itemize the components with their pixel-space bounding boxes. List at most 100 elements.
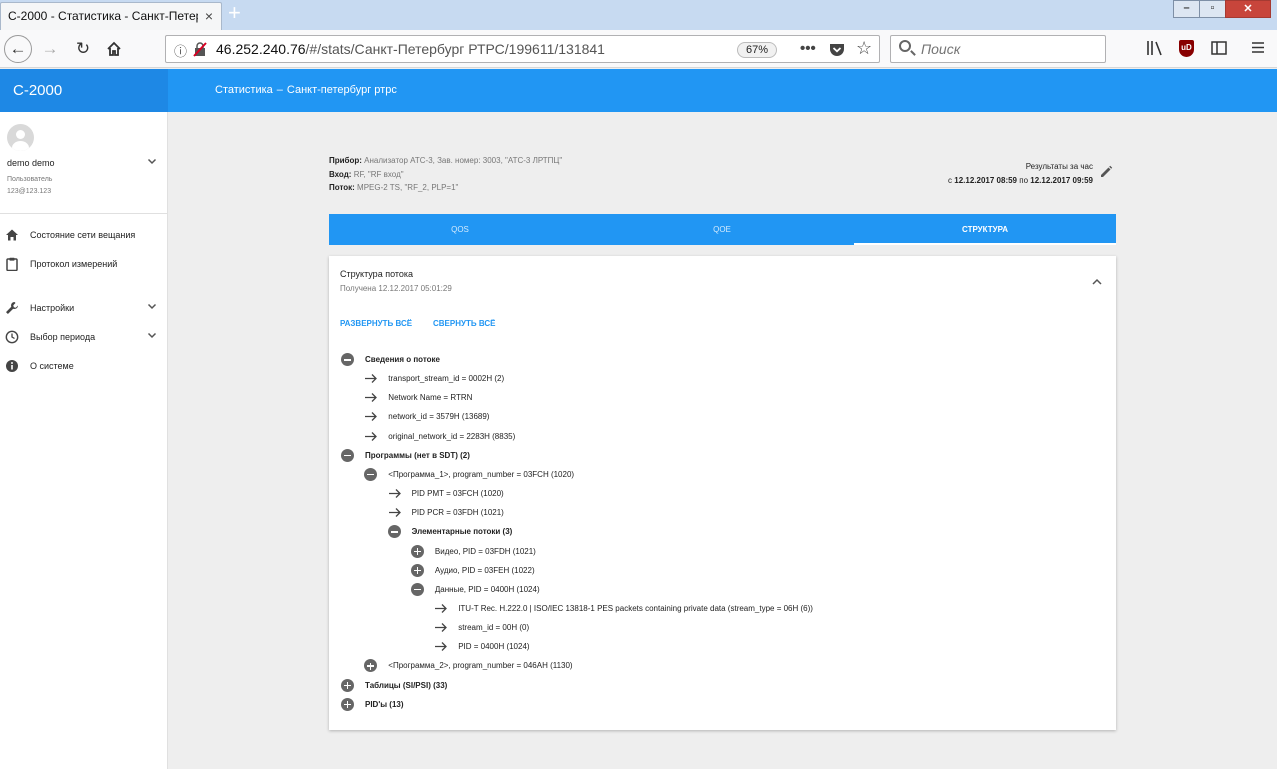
forward-button[interactable]: → — [37, 36, 63, 62]
tree-node-label: Аудио, PID = 03FEH (1022) — [434, 565, 535, 575]
period-to: 12.12.2017 09:59 — [1030, 176, 1093, 185]
sidebar-divider — [0, 213, 167, 214]
sidebar-item-label: Состояние сети вещания — [30, 230, 136, 240]
tree-node-label: PID'ы (13) — [365, 699, 404, 709]
sidebar-icon[interactable] — [1211, 41, 1227, 55]
collapse-minus-icon[interactable] — [341, 353, 354, 366]
tree-node-label: stream_id = 00H (0) — [458, 623, 530, 633]
expand-all-button[interactable]: РАЗВЕРНУТЬ ВСЁ — [340, 319, 412, 328]
avatar — [7, 124, 34, 151]
url-host: 46.252.240.76 — [216, 41, 306, 57]
period-to-word: по — [1019, 176, 1029, 185]
arrow-right-icon — [365, 393, 378, 403]
home-button[interactable] — [101, 36, 127, 62]
minimize-button[interactable]: – — [1173, 0, 1200, 18]
sidebar-item-settings[interactable]: Настройки — [0, 298, 167, 318]
card-title: Структура потока — [340, 269, 414, 279]
zoom-indicator[interactable]: 67% — [737, 42, 777, 58]
card-subtitle: Получена 12.12.2017 05:01:29 — [340, 284, 452, 293]
sidebar-item-label: О системе — [30, 361, 74, 371]
expand-plus-icon[interactable] — [341, 697, 354, 711]
clipboard-icon — [6, 257, 18, 271]
search-bar[interactable] — [890, 35, 1106, 63]
arrow-right-icon — [365, 374, 378, 384]
back-icon: ← — [9, 39, 27, 58]
sidebar: demo demo Пользователь 123@123.123 Состо… — [0, 112, 168, 769]
chevron-up-icon[interactable] — [1091, 276, 1103, 288]
sidebar-item-network-state[interactable]: Состояние сети вещания — [0, 225, 167, 245]
arrow-right-icon — [435, 603, 448, 613]
input-label: Вход: — [329, 169, 352, 179]
url-text: 46.252.240.76/#/stats/Санкт-Петербург РТ… — [216, 41, 605, 57]
tab-qoe[interactable]: QOE — [591, 214, 853, 245]
stream-value: MPEG-2 TS, "RF_2, PLP=1" — [357, 183, 459, 192]
structure-card: Структура потока Получена 12.12.2017 05:… — [329, 256, 1116, 730]
sidebar-item-period[interactable]: Выбор периода — [0, 327, 167, 347]
device-label: Прибор: — [329, 156, 362, 165]
edit-pencil-icon[interactable] — [1099, 165, 1113, 179]
browser-tab[interactable]: С-2000 - Статистика - Санкт-Петер × — [0, 2, 222, 30]
chevron-down-icon — [147, 303, 157, 310]
more-icon[interactable]: ••• — [800, 40, 816, 57]
tab-structure[interactable]: СТРУКТУРА — [854, 214, 1116, 245]
user-name[interactable]: demo demo — [7, 158, 55, 168]
browser-navbar: ← → ↻ ⓘ 46.252.240.76/#/stats/Санкт-Пете… — [0, 30, 1277, 68]
app-header: С-2000 Статистика – Санкт-петербург ртрс — [0, 69, 1277, 112]
tree-node-label: Видео, PID = 03FDH (1021) — [434, 546, 536, 556]
tree-node-label: Сведения о потоке — [365, 355, 440, 364]
collapse-minus-icon[interactable] — [387, 525, 401, 539]
collapse-all-button[interactable]: СВЕРНУТЬ ВСЁ — [433, 319, 495, 328]
collapse-minus-icon[interactable] — [364, 467, 378, 481]
expand-plus-icon[interactable] — [341, 678, 354, 692]
menu-icon[interactable] — [1251, 41, 1265, 54]
clock-icon — [5, 330, 19, 344]
tree-node-label: Элементарные потоки (3) — [411, 527, 513, 537]
maximize-button[interactable]: ▫ — [1199, 0, 1226, 18]
tree-node-label: <Программа_2>, program_number = 046AH (1… — [388, 661, 573, 671]
tree-node-label: transport_stream_id = 0002H (2) — [388, 374, 505, 384]
expand-plus-icon[interactable] — [410, 544, 424, 558]
close-window-button[interactable]: ✕ — [1225, 0, 1271, 18]
tree-node-label: original_network_id = 2283H (8835) — [388, 431, 516, 441]
sidebar-item-about[interactable]: О системе — [0, 356, 167, 376]
collapse-minus-icon[interactable] — [410, 582, 424, 596]
back-button[interactable]: ← — [4, 35, 32, 63]
arrow-right-icon — [388, 508, 401, 518]
info-icon — [6, 360, 18, 372]
info-icon[interactable]: ⓘ — [174, 41, 187, 60]
expand-plus-icon[interactable] — [410, 563, 424, 577]
new-tab-button[interactable]: + — [228, 2, 241, 24]
wrench-icon — [6, 302, 18, 314]
sidebar-item-label: Настройки — [30, 303, 75, 313]
collapse-minus-icon[interactable] — [341, 448, 354, 462]
insecure-lock-icon[interactable] — [193, 42, 207, 57]
chevron-down-icon — [147, 332, 157, 339]
tree-node-label: Программы (нет в SDT) (2) — [365, 450, 470, 460]
input-line: Вход: RF, "RF вход" — [329, 168, 562, 182]
arrow-right-icon — [365, 412, 378, 422]
tab-close-icon[interactable]: × — [205, 8, 213, 24]
reload-button[interactable]: ↻ — [70, 36, 96, 62]
search-input[interactable] — [921, 41, 1091, 57]
bookmark-star-icon[interactable]: ☆ — [856, 38, 872, 59]
expand-plus-icon[interactable] — [364, 659, 378, 673]
browser-titlebar: С-2000 - Статистика - Санкт-Петер × + – … — [0, 0, 1277, 30]
tree-node-label: Таблицы (SI/PSI) (33) — [365, 680, 448, 690]
stats-tabs: QOS QOE СТРУКТУРА — [329, 214, 1116, 245]
page-title-main: Статистика — [215, 84, 273, 96]
url-bar[interactable]: ⓘ 46.252.240.76/#/stats/Санкт-Петербург … — [165, 35, 880, 63]
tab-qos[interactable]: QOS — [329, 214, 591, 245]
pocket-icon[interactable] — [829, 42, 845, 57]
sidebar-item-measurement-log[interactable]: Протокол измерений — [0, 254, 167, 274]
window-controls: – ▫ ✕ — [1173, 0, 1271, 18]
tree-node-label: ITU-T Rec. H.222.0 | ISO/IEC 13818-1 PES… — [458, 603, 813, 613]
tree-node-label: PID PMT = 03FCH (1020) — [411, 489, 504, 499]
brand[interactable]: С-2000 — [0, 69, 168, 112]
search-icon — [899, 40, 911, 52]
library-icon[interactable] — [1146, 40, 1164, 56]
device-line: Прибор: Анализатор АТС-3, Зав. номер: 30… — [329, 154, 562, 168]
ublock-icon[interactable]: uD — [1179, 40, 1194, 57]
page-title: Статистика – Санкт-петербург ртрс — [215, 84, 397, 96]
sidebar-item-label: Выбор периода — [30, 332, 96, 342]
user-chevron-down-icon[interactable] — [147, 156, 157, 166]
